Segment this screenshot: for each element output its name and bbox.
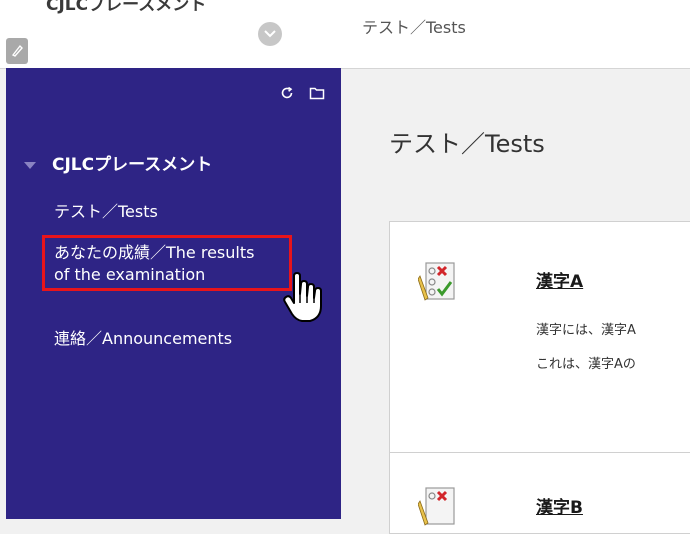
edit-mode-button[interactable]: [6, 38, 28, 64]
course-name[interactable]: CJLCプレースメント: [46, 0, 206, 24]
sidebar-item-results-line1: あなたの成績／The results: [54, 243, 255, 262]
breadcrumb[interactable]: テスト／Tests: [362, 14, 466, 38]
test-description: 漢字には、漢字A: [536, 323, 636, 338]
main-content: テスト／Tests 漢字A 漢字には、漢字A これは、漢字Aの 漢字B: [341, 68, 690, 534]
test-item: 漢字A 漢字には、漢字A これは、漢字Aの: [389, 221, 690, 455]
sidebar-item-results[interactable]: あなたの成績／The results of the examination: [42, 235, 292, 291]
sidebar-item-results-line2: of the examination: [54, 265, 206, 284]
top-bar: CJLCプレースメント テスト／Tests: [0, 0, 690, 69]
course-menu-button[interactable]: [258, 22, 282, 46]
test-checklist-icon: [418, 262, 455, 301]
sidebar-item-tests[interactable]: テスト／Tests: [54, 201, 158, 223]
hand-pointer-icon: [283, 272, 322, 322]
folder-icon[interactable]: [309, 85, 325, 104]
test-checklist-icon: [418, 487, 455, 526]
chevron-down-icon: [264, 30, 276, 38]
test-title-link[interactable]: 漢字A: [536, 267, 583, 292]
test-title-link[interactable]: 漢字B: [536, 493, 583, 518]
course-heading[interactable]: CJLCプレースメント: [24, 150, 212, 175]
test-description: これは、漢字Aの: [536, 357, 636, 372]
collapse-caret-icon[interactable]: [24, 161, 36, 169]
pencil-icon: [11, 44, 23, 57]
page-title: テスト／Tests: [389, 130, 545, 158]
sidebar-tools: [270, 84, 325, 104]
sidebar-item-announcements[interactable]: 連絡／Announcements: [54, 328, 232, 350]
test-item: 漢字B: [389, 452, 690, 534]
refresh-icon[interactable]: [280, 85, 294, 104]
course-heading-label: CJLCプレースメント: [52, 155, 213, 175]
